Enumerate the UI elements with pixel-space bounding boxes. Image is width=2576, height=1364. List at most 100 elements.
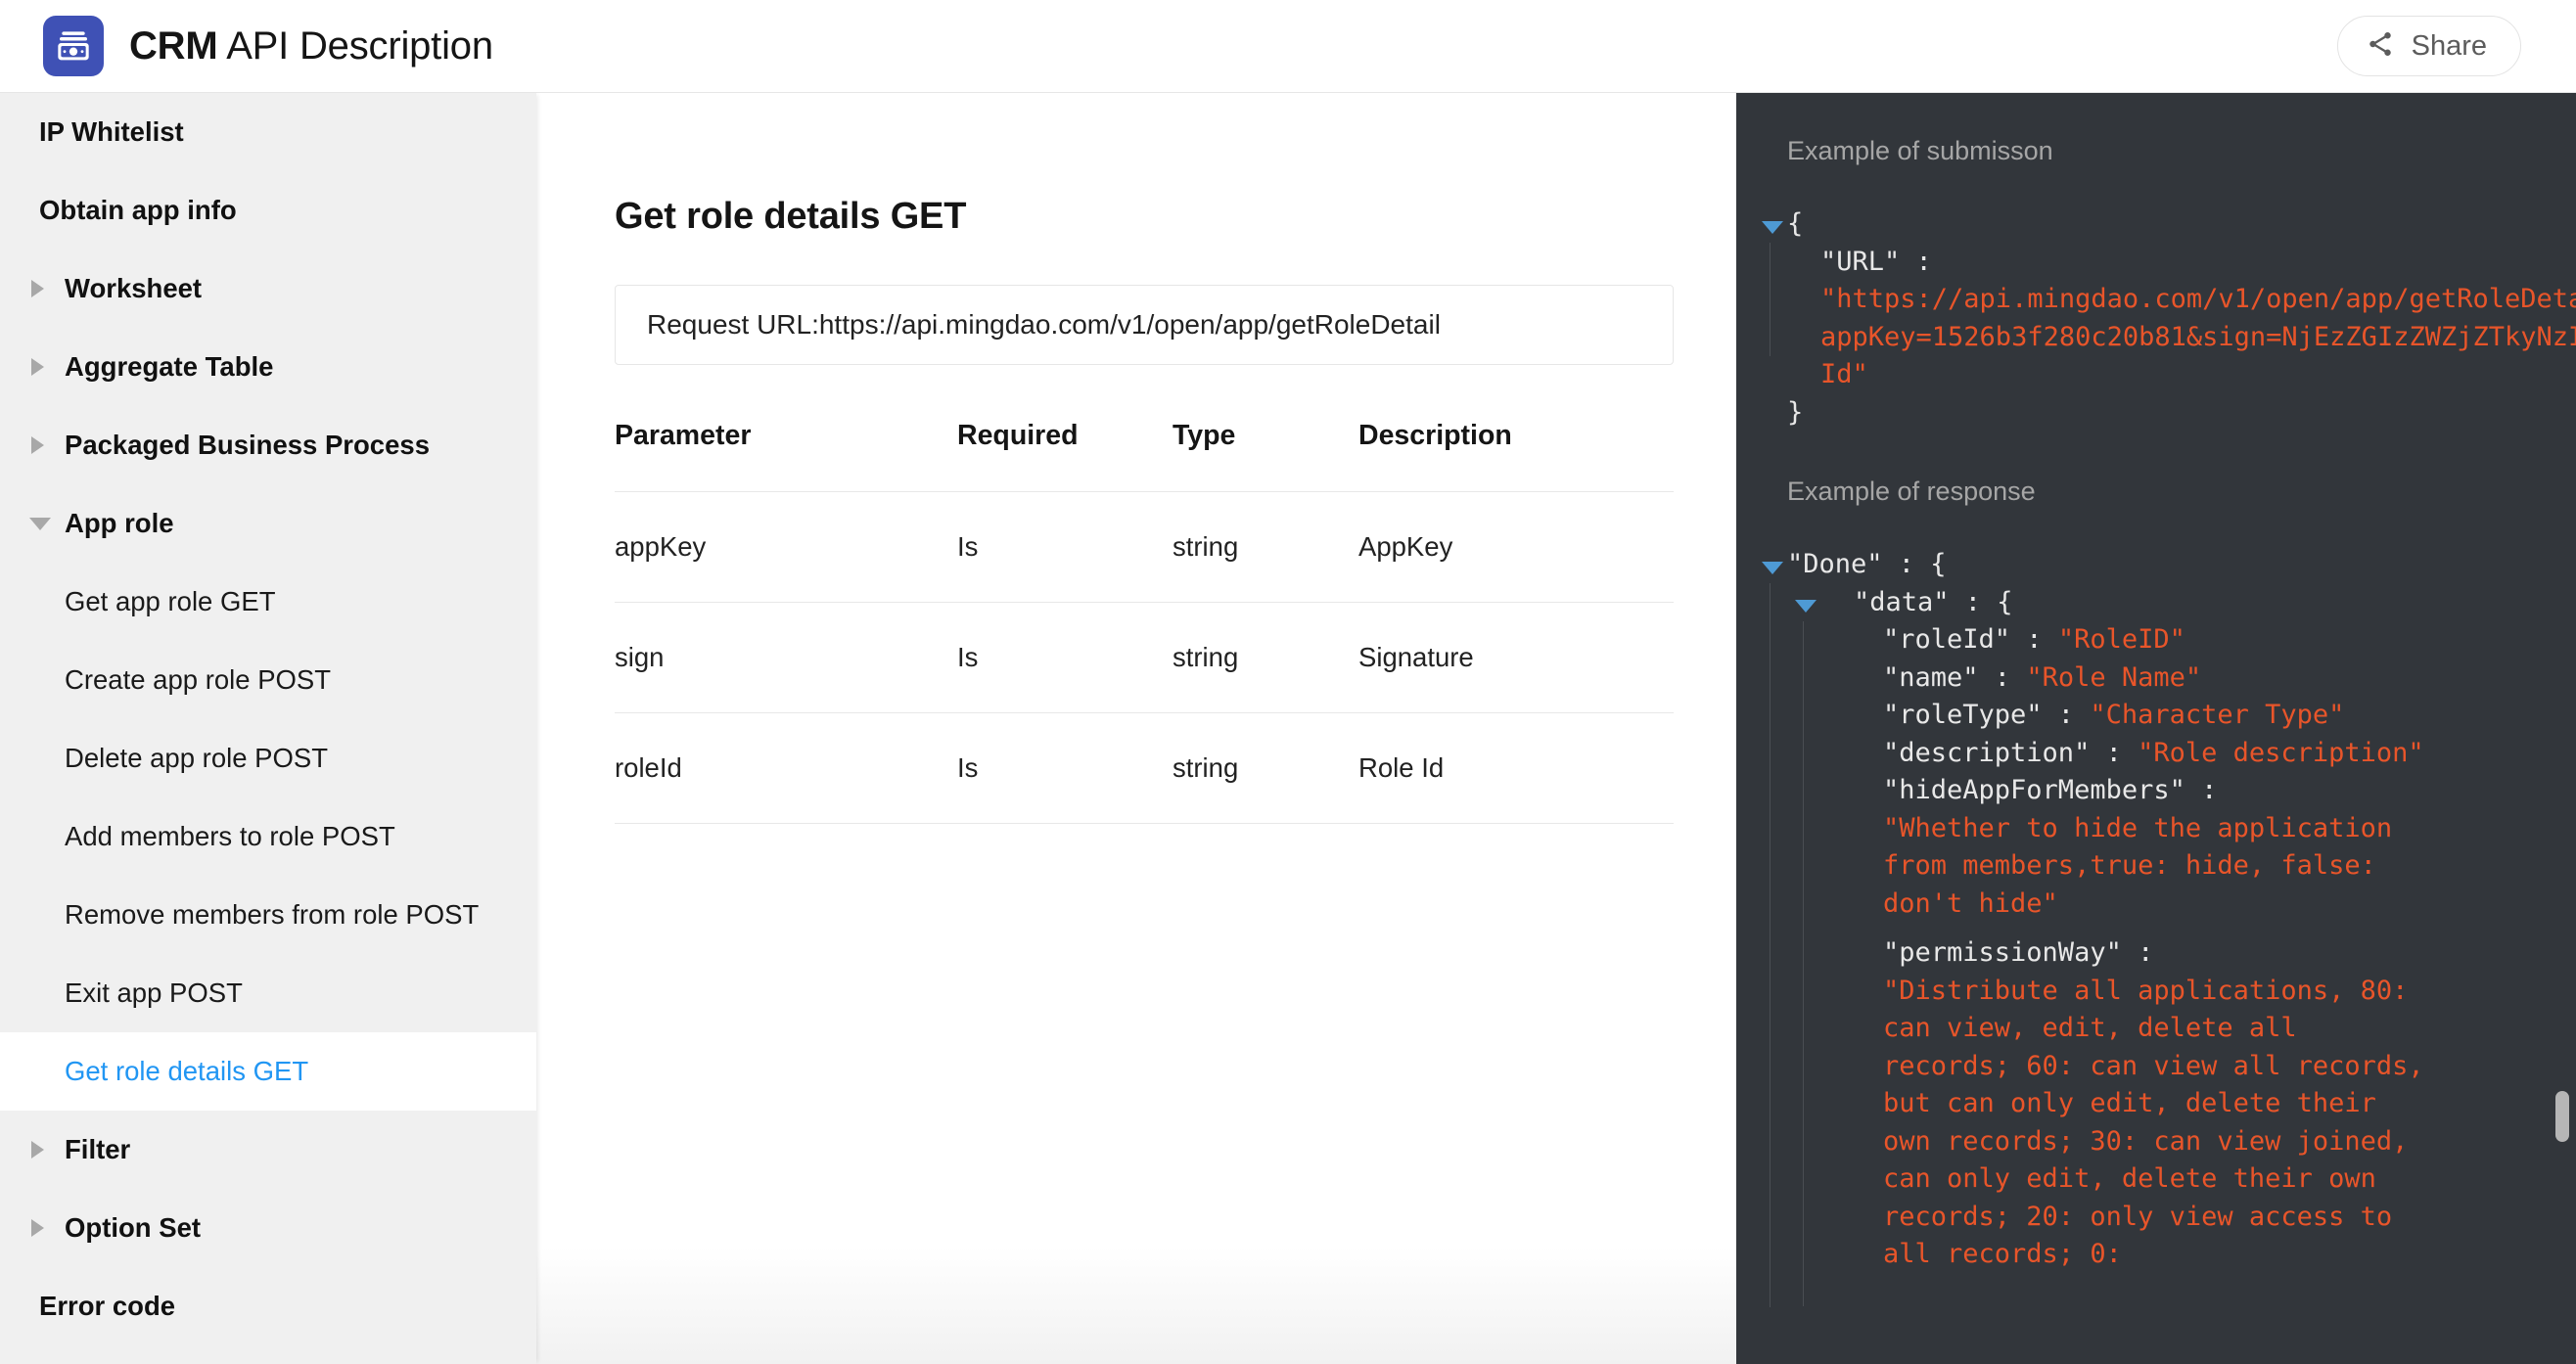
table-row: roleId Is string Role Id xyxy=(615,712,1674,824)
table-cell-parameter: sign xyxy=(615,602,957,713)
request-url-text: Request URL:https://api.mingdao.com/v1/o… xyxy=(647,309,1441,340)
sidebar-item-packaged-business-process[interactable]: Packaged Business Process xyxy=(0,406,536,484)
sidebar-item-label: Filter xyxy=(65,1134,131,1164)
sidebar-item-create-app-role-post[interactable]: Create app role POST xyxy=(0,641,536,719)
chevron-right-icon[interactable] xyxy=(31,358,44,376)
chevron-right-icon[interactable] xyxy=(31,1141,44,1159)
sidebar-item-label: Obtain app info xyxy=(39,195,237,225)
chevron-right-icon[interactable] xyxy=(31,1219,44,1237)
sidebar-item-get-app-role-get[interactable]: Get app role GET xyxy=(0,563,536,641)
title-suffix: API Description xyxy=(217,23,493,68)
sidebar-item-delete-app-role-post[interactable]: Delete app role POST xyxy=(0,719,536,797)
brand-name: CRM xyxy=(129,23,218,68)
chevron-right-icon[interactable] xyxy=(31,280,44,297)
sidebar-item-ip-whitelist[interactable]: IP Whitelist xyxy=(0,93,536,171)
request-url-box[interactable]: Request URL:https://api.mingdao.com/v1/o… xyxy=(615,285,1674,365)
sidebar-item-exit-app-post[interactable]: Exit app POST xyxy=(0,954,536,1032)
table-cell-type: string xyxy=(1173,491,1358,603)
table-header-row: Parameter Required Type Description xyxy=(615,420,1674,492)
json-key-url: "URL" : xyxy=(1820,246,1932,277)
code-line: "https://api.mingdao.com/v1/open/app/get… xyxy=(1787,281,2576,319)
table-cell-description: Signature xyxy=(1358,602,1674,713)
table-cell-parameter: roleId xyxy=(615,712,957,824)
chevron-right-icon[interactable] xyxy=(31,436,44,454)
sidebar-item-label: App role xyxy=(65,508,174,538)
sidebar-item-label: Get role details GET xyxy=(65,1056,309,1086)
response-code-block: "Done" : { "data" : { "roleId" : "RoleID… xyxy=(1762,546,2576,1307)
app-header: CRM API Description Share xyxy=(0,0,2576,93)
table-header-parameter: Parameter xyxy=(615,420,752,451)
table-cell-description: Role Id xyxy=(1358,712,1674,824)
code-line: { xyxy=(1787,205,2576,244)
json-url-value-line3: Id" xyxy=(1820,359,1868,389)
sidebar-item-get-role-details-get[interactable]: Get role details GET xyxy=(0,1032,536,1111)
sidebar-item-obtain-app-info[interactable]: Obtain app info xyxy=(0,171,536,250)
code-panel-scrollbar[interactable] xyxy=(2555,1091,2569,1142)
json-url-value-line2: appKey=1526b3f280c20b81&sign=NjEzZGIzZWZ… xyxy=(1820,321,2576,352)
submission-heading: Example of submisson xyxy=(1787,136,2053,165)
table-cell-parameter: appKey xyxy=(615,491,957,603)
code-line: Id" xyxy=(1787,356,2576,394)
collapse-triangle-icon[interactable] xyxy=(1762,562,1783,574)
sidebar-item-label: Option Set xyxy=(65,1212,202,1243)
code-line: "name" : "Role Name" xyxy=(1883,659,2576,698)
json-key: "roleType" : xyxy=(1883,700,2091,730)
code-line: "roleId" : "RoleID" xyxy=(1883,621,2576,659)
table-cell-type: string xyxy=(1173,712,1358,824)
sidebar-item-option-set[interactable]: Option Set xyxy=(0,1189,536,1267)
json-key-hideappformembers: "hideAppForMembers" : xyxy=(1883,775,2218,805)
parameters-table: Parameter Required Type Description appK… xyxy=(615,420,1674,824)
json-key-permissionway: "permissionWay" : xyxy=(1883,937,2154,968)
indent-guide xyxy=(1770,583,1771,1307)
code-line: "permissionWay" : xyxy=(1883,934,2576,973)
sidebar-item-label: Exit app POST xyxy=(65,978,243,1008)
table-cell-description: AppKey xyxy=(1358,491,1674,603)
main-content: Get role details GET Request URL:https:/… xyxy=(536,93,1736,1364)
table-row: sign Is string Signature xyxy=(615,602,1674,713)
table-cell-type: string xyxy=(1173,602,1358,713)
sidebar-item-aggregate-table[interactable]: Aggregate Table xyxy=(0,328,536,406)
sidebar-item-error-code[interactable]: Error code xyxy=(0,1267,536,1345)
code-line: "Distribute all applications, 80: can vi… xyxy=(1883,973,2431,1274)
json-key: "name" : xyxy=(1883,661,2027,693)
code-line: appKey=1526b3f280c20b81&sign=NjEzZGIzZWZ… xyxy=(1787,319,2576,357)
table-row: appKey Is string AppKey xyxy=(615,491,1674,603)
json-value: "Character Type" xyxy=(2090,700,2345,730)
code-line: "URL" : xyxy=(1787,244,2576,282)
json-value-hideappformembers: "Whether to hide the application from me… xyxy=(1883,812,2409,919)
money-stack-icon xyxy=(43,16,104,76)
sidebar-item-label: Packaged Business Process xyxy=(65,430,430,460)
section-title: Get role details GET xyxy=(615,196,967,237)
content-bottom-fade xyxy=(536,1247,1736,1364)
sidebar-item-label: Delete app role POST xyxy=(65,743,329,773)
sidebar-item-add-members-to-role-post[interactable]: Add members to role POST xyxy=(0,797,536,876)
table-header-required: Required xyxy=(957,420,1079,451)
json-value: "Role Name" xyxy=(2026,661,2202,693)
json-close-brace: } xyxy=(1787,396,1804,428)
chevron-down-icon[interactable] xyxy=(29,517,51,530)
sidebar-navigation[interactable]: IP Whitelist Obtain app info Worksheet Aggr… xyxy=(0,93,536,1364)
indent-guide xyxy=(1803,620,1804,1306)
code-line: "hideAppForMembers" : xyxy=(1883,772,2576,810)
sidebar-item-app-role[interactable]: App role xyxy=(0,484,536,563)
table-header-description: Description xyxy=(1358,420,1512,451)
json-key: "roleId" : xyxy=(1883,624,2058,655)
sidebar-item-filter[interactable]: Filter xyxy=(0,1111,536,1189)
json-data-line: "data" : { xyxy=(1854,586,2013,617)
json-value-permissionway: "Distribute all applications, 80: can vi… xyxy=(1883,975,2440,1270)
code-line: "Whether to hide the application from me… xyxy=(1883,810,2431,924)
page-title: CRM API Description xyxy=(129,24,493,68)
json-value: "Role description" xyxy=(2138,737,2424,768)
sidebar-item-worksheet[interactable]: Worksheet xyxy=(0,250,536,328)
share-button[interactable]: Share xyxy=(2336,16,2521,76)
json-value: "RoleID" xyxy=(2057,624,2185,655)
sidebar-item-label: IP Whitelist xyxy=(39,116,184,147)
table-cell-required: Is xyxy=(957,491,1173,603)
json-done-line: "Done" : { xyxy=(1787,549,1947,579)
collapse-triangle-icon[interactable] xyxy=(1762,221,1783,234)
sidebar-item-remove-members-from-role-post[interactable]: Remove members from role POST xyxy=(0,876,536,954)
sidebar-item-label: Get app role GET xyxy=(65,586,276,616)
code-line: "data" : { xyxy=(1820,584,2576,622)
sidebar-item-label: Remove members from role POST xyxy=(65,899,480,930)
collapse-triangle-icon[interactable] xyxy=(1795,599,1817,613)
